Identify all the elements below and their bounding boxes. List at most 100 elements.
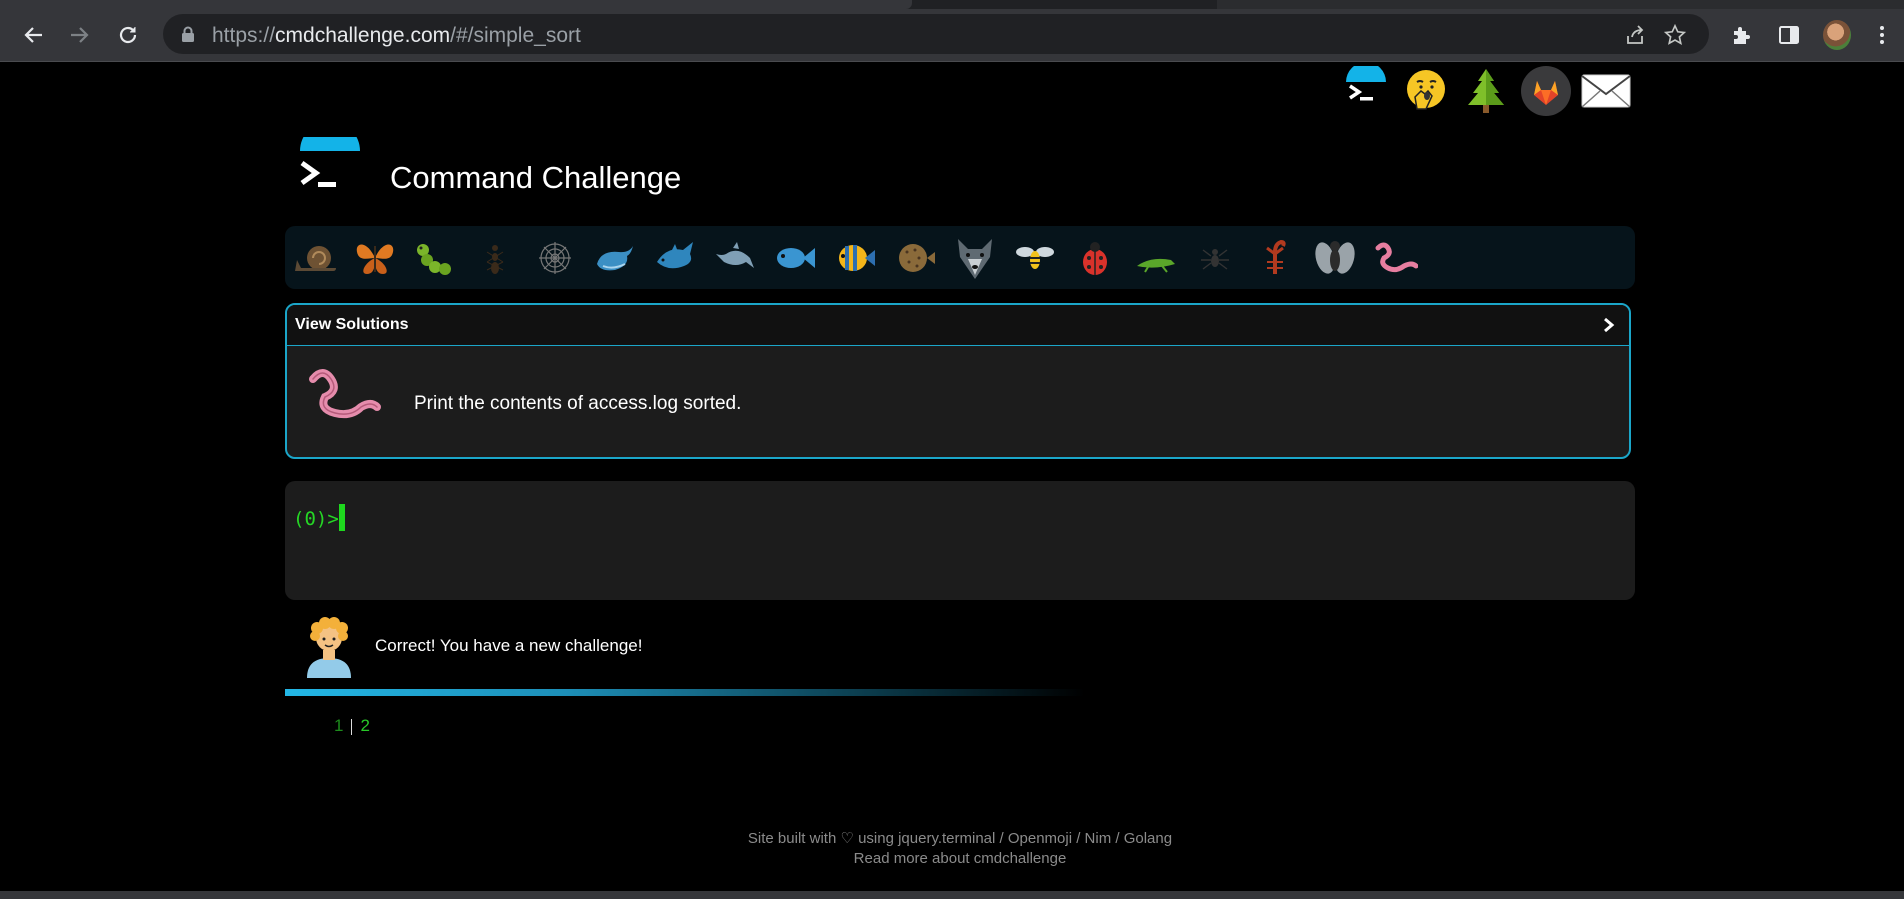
top-right-links bbox=[1340, 65, 1640, 121]
worm-icon bbox=[1375, 242, 1418, 273]
terminal-cursor bbox=[339, 504, 345, 531]
reload-button[interactable] bbox=[112, 19, 144, 51]
person-curly-hair-icon bbox=[307, 617, 351, 678]
worm-icon bbox=[309, 369, 381, 419]
caterpillar-icon bbox=[417, 244, 451, 275]
animal-caterpillar[interactable] bbox=[411, 234, 459, 282]
page-1-link[interactable]: 1 bbox=[334, 716, 343, 735]
view-solutions-toggle[interactable]: View Solutions bbox=[287, 305, 1629, 346]
scorpion-icon bbox=[1266, 239, 1286, 274]
animal-ladybug[interactable] bbox=[1071, 234, 1119, 282]
url-host: cmdchallenge.com bbox=[275, 24, 451, 47]
forward-arrow-icon bbox=[71, 27, 89, 43]
challenge-panel: View Solutions Print the contents of acc… bbox=[285, 303, 1631, 459]
tree-icon bbox=[1468, 69, 1504, 113]
window-bottom-edge bbox=[0, 891, 1904, 899]
share-button[interactable] bbox=[1622, 22, 1648, 48]
animal-fish[interactable] bbox=[771, 234, 819, 282]
view-solutions-label: View Solutions bbox=[295, 316, 409, 333]
wasp-icon bbox=[1016, 247, 1054, 269]
animal-spider-web[interactable] bbox=[531, 234, 579, 282]
tab-gap bbox=[912, 0, 1217, 9]
reload-icon bbox=[119, 26, 137, 44]
whale-icon bbox=[597, 246, 633, 271]
tree-link[interactable] bbox=[1460, 65, 1512, 117]
tab-strip bbox=[0, 0, 1904, 9]
blowfish-icon bbox=[899, 244, 935, 272]
url-path: /#/simple_sort bbox=[450, 24, 581, 47]
animal-cricket[interactable] bbox=[1131, 234, 1179, 282]
footer: Site built with ♡ using jquery.terminal … bbox=[0, 829, 1904, 869]
page-title: Command Challenge bbox=[390, 160, 682, 195]
back-button[interactable] bbox=[17, 19, 49, 51]
star-icon bbox=[1664, 24, 1686, 45]
animal-whale[interactable] bbox=[591, 234, 639, 282]
share-icon bbox=[1627, 25, 1644, 44]
gitlab-link[interactable] bbox=[1520, 65, 1572, 117]
avatar bbox=[303, 614, 355, 678]
fish-icon bbox=[777, 248, 815, 268]
dolphin-icon bbox=[716, 242, 754, 268]
profile-avatar bbox=[1823, 20, 1851, 50]
cmd-logo-icon bbox=[1346, 66, 1386, 101]
animal-spider[interactable] bbox=[1191, 234, 1239, 282]
ladybug-icon bbox=[1083, 242, 1107, 275]
url-text: https://cmdchallenge.com/#/simple_sort bbox=[212, 24, 581, 48]
pager-separator bbox=[351, 718, 353, 735]
envelope-icon bbox=[1581, 74, 1631, 108]
challenge-worm-image bbox=[305, 365, 385, 425]
animal-wasp[interactable] bbox=[1011, 234, 1059, 282]
challenge-animal-bar bbox=[285, 226, 1635, 289]
url-scheme: https:// bbox=[212, 24, 276, 47]
animal-snail[interactable] bbox=[291, 234, 339, 282]
email-link[interactable] bbox=[1580, 65, 1632, 117]
terminal-logo-icon bbox=[300, 121, 360, 187]
status-message: Correct! You have a new challenge! bbox=[375, 636, 643, 655]
gitlab-icon bbox=[1521, 66, 1571, 116]
inactive-tab[interactable] bbox=[1217, 0, 1904, 9]
animal-butterfly[interactable] bbox=[351, 234, 399, 282]
ant-icon bbox=[486, 245, 504, 274]
browser-toolbar: https://cmdchallenge.com/#/simple_sort bbox=[0, 9, 1904, 62]
hand-over-mouth-link[interactable] bbox=[1400, 65, 1452, 117]
animal-scorpion[interactable] bbox=[1251, 234, 1299, 282]
cmd-logo-link[interactable] bbox=[1340, 65, 1392, 117]
read-more-link[interactable]: Read more about cmdchallenge bbox=[0, 849, 1904, 869]
page-2-link[interactable]: 2 bbox=[360, 716, 369, 735]
terminal-prompt: (0)> bbox=[293, 508, 339, 530]
challenge-description: Print the contents of access.log sorted. bbox=[414, 393, 742, 414]
spider-icon bbox=[1201, 249, 1229, 270]
side-panel-icon bbox=[1779, 26, 1799, 44]
address-bar[interactable]: https://cmdchallenge.com/#/simple_sort bbox=[163, 14, 1709, 54]
active-tab[interactable] bbox=[0, 0, 912, 9]
extensions-button[interactable] bbox=[1728, 21, 1756, 49]
animal-tropical-fish[interactable] bbox=[831, 234, 879, 282]
lock-icon bbox=[182, 26, 194, 42]
hand-over-mouth-face-icon bbox=[1407, 70, 1445, 110]
site-logo[interactable] bbox=[296, 121, 364, 201]
puzzle-piece-icon bbox=[1734, 27, 1750, 44]
animal-dolphin[interactable] bbox=[711, 234, 759, 282]
animal-shark[interactable] bbox=[651, 234, 699, 282]
bookmark-button[interactable] bbox=[1662, 22, 1688, 48]
animal-ant[interactable] bbox=[471, 234, 519, 282]
browser-menu-button[interactable] bbox=[1868, 21, 1896, 49]
animal-worm[interactable] bbox=[1371, 234, 1419, 282]
shark-icon bbox=[657, 242, 693, 269]
chevron-right-icon bbox=[1604, 317, 1615, 333]
footer-credits: Site built with ♡ using jquery.terminal … bbox=[747, 830, 1173, 847]
animal-blowfish[interactable] bbox=[891, 234, 939, 282]
animal-wolf[interactable] bbox=[951, 234, 999, 282]
terminal[interactable]: (0)> bbox=[285, 481, 1635, 600]
spider-web-icon bbox=[539, 242, 571, 274]
side-panel-button[interactable] bbox=[1775, 21, 1803, 49]
progress-bar bbox=[285, 689, 1085, 696]
butterfly-icon bbox=[356, 244, 394, 274]
back-arrow-icon bbox=[24, 27, 42, 43]
snail-icon bbox=[295, 246, 336, 271]
animal-fly[interactable] bbox=[1311, 234, 1359, 282]
forward-button[interactable] bbox=[64, 19, 96, 51]
fly-icon bbox=[1315, 241, 1355, 274]
kebab-menu-icon bbox=[1880, 26, 1884, 44]
profile-button[interactable] bbox=[1823, 20, 1851, 50]
